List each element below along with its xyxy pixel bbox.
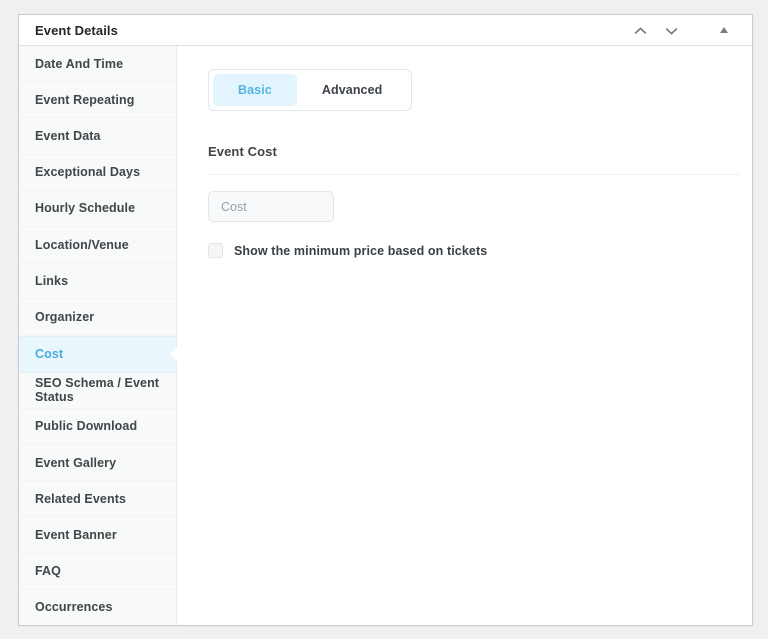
- min-price-checkbox[interactable]: [208, 243, 223, 258]
- cost-panel: Basic Advanced Event Cost Show the minim…: [177, 46, 752, 625]
- metabox-title: Event Details: [35, 22, 118, 38]
- sidebar-item-occurrences[interactable]: Occurrences: [19, 590, 176, 625]
- triangle-up-icon: [720, 27, 728, 33]
- sidebar-item-event-data[interactable]: Event Data: [19, 118, 176, 155]
- event-cost-heading: Event Cost: [208, 144, 740, 175]
- metabox-body: Date And Time Event Repeating Event Data…: [19, 46, 752, 625]
- min-price-checkbox-row[interactable]: Show the minimum price based on tickets: [208, 243, 487, 258]
- sidebar-item-event-repeating[interactable]: Event Repeating: [19, 82, 176, 119]
- move-down-button[interactable]: [663, 21, 680, 40]
- sidebar-item-links[interactable]: Links: [19, 263, 176, 300]
- sidebar-item-exceptional-days[interactable]: Exceptional Days: [19, 155, 176, 191]
- sidebar-item-date-and-time[interactable]: Date And Time: [19, 46, 176, 83]
- sidebar-item-public-download[interactable]: Public Download: [19, 409, 176, 446]
- sidebar-item-event-gallery[interactable]: Event Gallery: [19, 445, 176, 482]
- toggle-panel-button[interactable]: [718, 25, 730, 35]
- tab-advanced[interactable]: Advanced: [297, 74, 408, 106]
- page-background: Event Details Date And Time Event Repeat…: [0, 0, 768, 639]
- event-details-metabox: Event Details Date And Time Event Repeat…: [18, 14, 753, 626]
- sidebar-item-cost[interactable]: Cost: [19, 335, 176, 373]
- chevron-up-icon: [634, 23, 647, 38]
- sidebar-item-organizer[interactable]: Organizer: [19, 299, 176, 336]
- tab-basic[interactable]: Basic: [213, 74, 297, 106]
- sidebar-item-faq[interactable]: FAQ: [19, 554, 176, 590]
- cost-input[interactable]: [208, 191, 334, 222]
- min-price-checkbox-label: Show the minimum price based on tickets: [234, 243, 488, 258]
- sidebar-item-seo-schema-event-status[interactable]: SEO Schema / Event Status: [19, 373, 176, 409]
- metabox-header: Event Details: [19, 15, 752, 46]
- event-details-sidebar: Date And Time Event Repeating Event Data…: [19, 46, 177, 625]
- sidebar-item-event-banner[interactable]: Event Banner: [19, 517, 176, 554]
- sidebar-item-hourly-schedule[interactable]: Hourly Schedule: [19, 191, 176, 227]
- sidebar-item-location-venue[interactable]: Location/Venue: [19, 227, 176, 264]
- chevron-down-icon: [665, 23, 678, 38]
- sidebar-item-related-events[interactable]: Related Events: [19, 481, 176, 518]
- metabox-controls: [632, 21, 730, 40]
- move-up-button[interactable]: [632, 21, 649, 40]
- basic-advanced-tabs: Basic Advanced: [208, 69, 413, 111]
